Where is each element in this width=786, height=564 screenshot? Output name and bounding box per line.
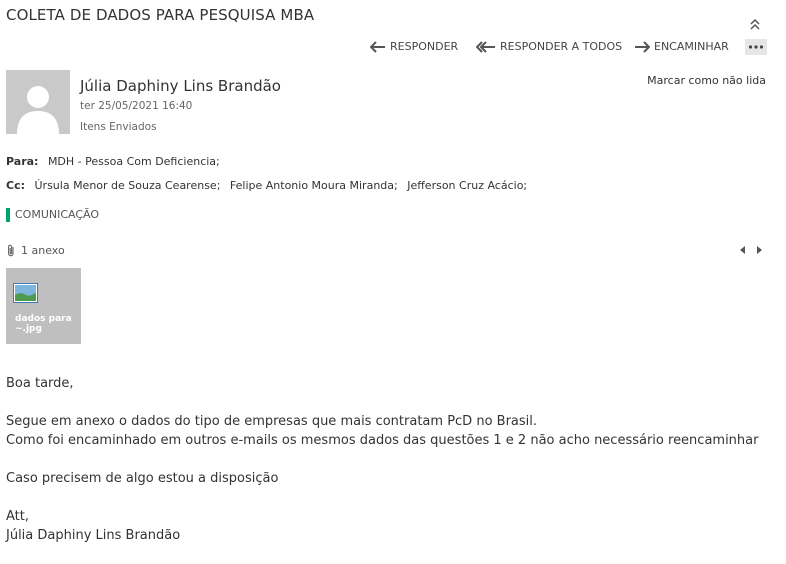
sent-date: ter 25/05/2021 16:40 [80,100,193,112]
cc-line: Cc: Úrsula Menor de Souza Cearense; Feli… [6,179,533,192]
image-file-icon [13,283,38,303]
attachment-count: 1 anexo [21,244,65,257]
email-subject: COLETA DE DADOS PARA PESQUISA MBA [6,6,315,24]
reply-all-label: RESPONDER A TODOS [500,40,623,53]
to-label: Para: [6,155,39,168]
collapse-header-button[interactable] [748,16,762,32]
recipient-cc[interactable]: Jefferson Cruz Acácio; [407,179,527,192]
attachment-thumbnail[interactable]: dados para ~.jpg [6,268,81,344]
reply-label: RESPONDER [390,40,459,53]
sender-avatar[interactable] [6,70,70,134]
forward-arrow-icon [635,40,650,53]
mark-unread-link[interactable]: Marcar como não lida [647,74,766,87]
chevron-right-icon[interactable] [756,246,762,254]
paperclip-icon [8,244,14,257]
category-label: COMUNICAÇÃO [15,208,100,221]
ellipsis-icon [748,45,764,49]
category-color-bar [6,207,10,222]
body-closing: Att, [6,509,29,524]
forward-button[interactable]: ENCAMINHAR [634,40,729,53]
sender-name[interactable]: Júlia Daphiny Lins Brandão [80,77,281,95]
reply-button[interactable]: RESPONDER [370,40,458,53]
chevron-left-icon[interactable] [740,246,746,254]
recipient-cc[interactable]: Úrsula Menor de Souza Cearense; [35,179,221,192]
body-line: Como foi encaminhado em outros e-mails o… [6,433,759,448]
body-signature: Júlia Daphiny Lins Brandão [6,528,181,543]
category-tag: COMUNICAÇÃO [6,207,99,222]
person-icon [17,86,59,134]
attachment-header: 1 anexo [6,244,65,257]
to-line: Para: MDH - Pessoa Com Deficiencia; [6,155,226,168]
double-chevron-up-icon [750,18,760,30]
folder-name: Itens Enviados [80,121,157,133]
recipient-cc[interactable]: Felipe Antonio Moura Miranda; [230,179,398,192]
attachment-name: dados para ~.jpg [15,314,72,334]
recipient-to[interactable]: MDH - Pessoa Com Deficiencia; [48,155,220,168]
forward-label: ENCAMINHAR [654,40,729,53]
more-options-button[interactable] [745,39,767,55]
reply-all-arrow-icon [476,40,495,53]
attachment-nav [740,246,762,254]
body-line: Segue em anexo o dados do tipo de empres… [6,414,538,429]
body-greeting: Boa tarde, [6,376,74,391]
reply-arrow-icon [370,40,385,53]
cc-label: Cc: [6,179,25,192]
body-line: Caso precisem de algo estou a disposição [6,471,279,486]
reply-all-button[interactable]: RESPONDER A TODOS [476,40,622,53]
